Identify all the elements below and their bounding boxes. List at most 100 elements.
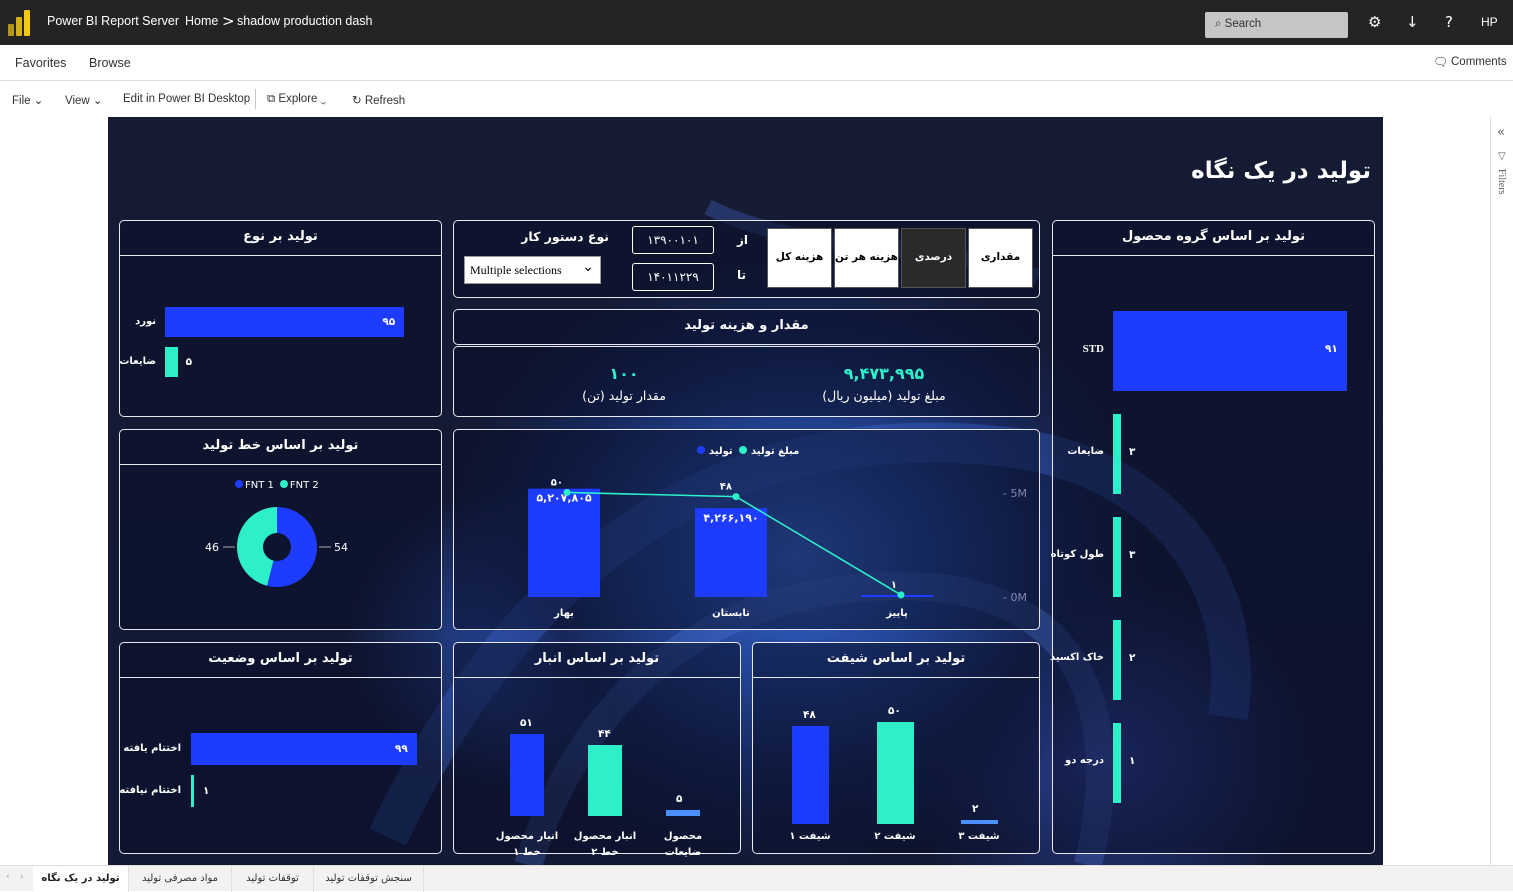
app-title[interactable]: Power BI Report Server [47,14,179,28]
production-by-type-panel: تولید بر نوع نورد ۹۵ ضایعات ۵ [119,220,442,417]
panel-title: تولید بر اساس خط تولید [120,430,441,465]
segment-button[interactable]: درصدی [901,228,966,288]
legend-label[interactable]: تولید [709,446,733,457]
legend-dot-icon [697,446,705,454]
edit-in-desktop-button[interactable]: Edit in Power BI Desktop [123,93,250,105]
bar-value: ۳ [1129,549,1136,561]
work-order-dropdown[interactable]: Multiple selections ⌄ [464,256,601,284]
amount-kpi-value: ۹,۴۷۳,۹۹۵ [843,364,925,383]
bar[interactable] [1113,723,1121,803]
bar[interactable] [1113,620,1121,700]
bar[interactable] [191,733,417,765]
line-point[interactable] [732,493,740,501]
sheet-tab[interactable]: سنجش توقفات تولید [314,866,424,892]
panel-title: مقدار و هزینه تولید [684,318,809,333]
bar[interactable] [961,820,998,824]
breadcrumb-home[interactable]: Home [185,14,218,28]
bar[interactable] [1113,517,1121,597]
amount-kpi-label: مبلغ تولید (میلیون ریال) [822,388,946,403]
browse-link[interactable]: Browse [89,56,131,70]
bar[interactable] [1113,311,1347,391]
panel-title: تولید بر اساس انبار [454,643,740,678]
production-by-product-group-panel: تولید بر اساس گروه محصول STD ۹۱ ضایعات ۳ طول… [1050,220,1375,854]
expand-chevrons-icon[interactable]: « [1497,125,1505,140]
download-icon[interactable]: ↓ [1406,13,1419,31]
bar[interactable] [666,810,700,816]
comments-icon[interactable]: 🗨 [1433,55,1448,69]
bar[interactable] [165,347,178,377]
segment-button[interactable]: هزینه کل [767,228,832,288]
production-by-line-panel: تولید بر اساس خط تولید FNT 1 FNT 2 54 46 [119,429,442,630]
bar-label: درجه دو [1065,755,1104,766]
date-to-label: تا [737,268,747,282]
production-by-warehouse-panel: تولید بر اساس انبار ۵۱ انبار محصول خط ۱ ۴۴ ا… [453,642,741,858]
bar-label: ضایعات [664,847,702,858]
breadcrumb-current-page: shadow production dash [237,14,373,28]
line-data-label: ۱ [891,580,897,591]
bar-label: ضایعات [1067,446,1104,457]
bar-value: ۲ [972,803,979,815]
bar[interactable] [165,307,405,337]
bar[interactable] [861,595,933,597]
segment-button[interactable]: مقداری [968,228,1033,288]
bar[interactable] [510,734,544,816]
production-season-chart-panel: تولید مبلغ تولید - 5M - 0M ۵,۲۰۷,۸۰۵ بهار ۴,۲۶… [453,429,1040,630]
bar[interactable] [1113,414,1121,494]
view-menu[interactable]: View ⌄ [65,93,103,107]
file-menu[interactable]: File ⌄ [12,93,43,107]
report-toolbar: File ⌄ View ⌄ Edit in Power BI Desktop ⧉… [0,82,1513,116]
donut-chart[interactable]: 54 46 [120,470,443,630]
legend-label[interactable]: مبلغ تولید [751,446,799,457]
bar-data-label: ۴,۲۶۶,۱۹۰ [703,511,758,524]
bar[interactable] [191,775,194,807]
user-avatar[interactable]: HP [1481,15,1498,29]
tab-scroll-left-icon[interactable]: ‹ [6,872,10,882]
date-from-input[interactable]: ۱۳۹۰۰۱۰۱ [632,226,714,254]
production-by-status-panel: تولید بر اساس وضعیت اختتام یافته ۹۹ اختتام… [119,642,442,854]
sheet-tab[interactable]: تولید در یک نگاه [33,866,129,892]
tab-scroll-right-icon[interactable]: › [20,872,24,882]
explore-menu[interactable]: ⧉ Explore ⌄ [267,93,326,106]
favorites-link[interactable]: Favorites [15,56,66,70]
refresh-button[interactable]: ↻ Refresh [352,93,405,107]
sheet-tab[interactable]: توقفات تولید [232,866,314,892]
bar-value: ۵ [185,356,193,368]
segment-button[interactable]: هزینه هر تن [834,228,899,288]
legend-dot-icon [739,446,747,454]
search-input[interactable]: ⌕ Search [1205,12,1348,38]
bar[interactable] [528,488,600,597]
bar-label: محصول [663,831,703,842]
line-point[interactable] [563,488,571,496]
filters-label: Filters [1496,169,1507,195]
sheet-tab[interactable]: مواد مصرفی تولید [129,866,232,892]
powerbi-logo-icon[interactable] [8,10,30,36]
chevron-down-icon: ⌄ [320,93,327,105]
panel-title: تولید بر اساس شیفت [753,643,1039,678]
y-tick-label: - 5M [1003,487,1027,500]
line-point[interactable] [897,591,905,599]
filter-funnel-icon: ▽ [1498,151,1506,162]
help-icon[interactable]: ? [1445,13,1453,31]
bar-label: ضایعات [119,356,156,367]
chevron-down-icon: ⌄ [582,260,594,275]
top-bar: Power BI Report Server Home > shadow pro… [0,0,1513,45]
bar-value: ۵۱ [520,717,533,729]
date-to-input[interactable]: ۱۴۰۱۱۲۲۹ [632,263,714,291]
combo-chart[interactable]: تولید مبلغ تولید- 5M- 0M۵,۲۰۷,۸۰۵بهار۴,۲۶… [454,430,1041,631]
settings-gear-icon[interactable]: ⚙ [1368,13,1381,31]
bar-label: شیفت ۳ [958,831,1000,842]
bar[interactable] [588,745,622,816]
qty-kpi-value: ۱۰۰ [609,364,639,383]
production-by-shift-panel: تولید بر اساس شیفت ۴۸ شیفت ۱ ۵۰ شیفت ۲ ۲ شیفت… [752,642,1040,854]
comments-button[interactable]: Comments [1451,56,1507,68]
search-icon: ⌕ [1215,18,1222,30]
bar-value: ۲ [1129,652,1136,664]
chevron-down-icon: ⌄ [33,95,44,107]
amount-cost-header: مقدار و هزینه تولید [453,309,1040,345]
bar-value: ۵۰ [888,705,901,717]
bar[interactable] [792,726,829,824]
bar[interactable] [877,722,914,824]
bar-label: اختتام یافته [123,743,181,754]
bar-label: اختتام نیافته [119,785,181,796]
filters-pane-collapsed[interactable]: « ▽ Filters [1490,117,1513,865]
